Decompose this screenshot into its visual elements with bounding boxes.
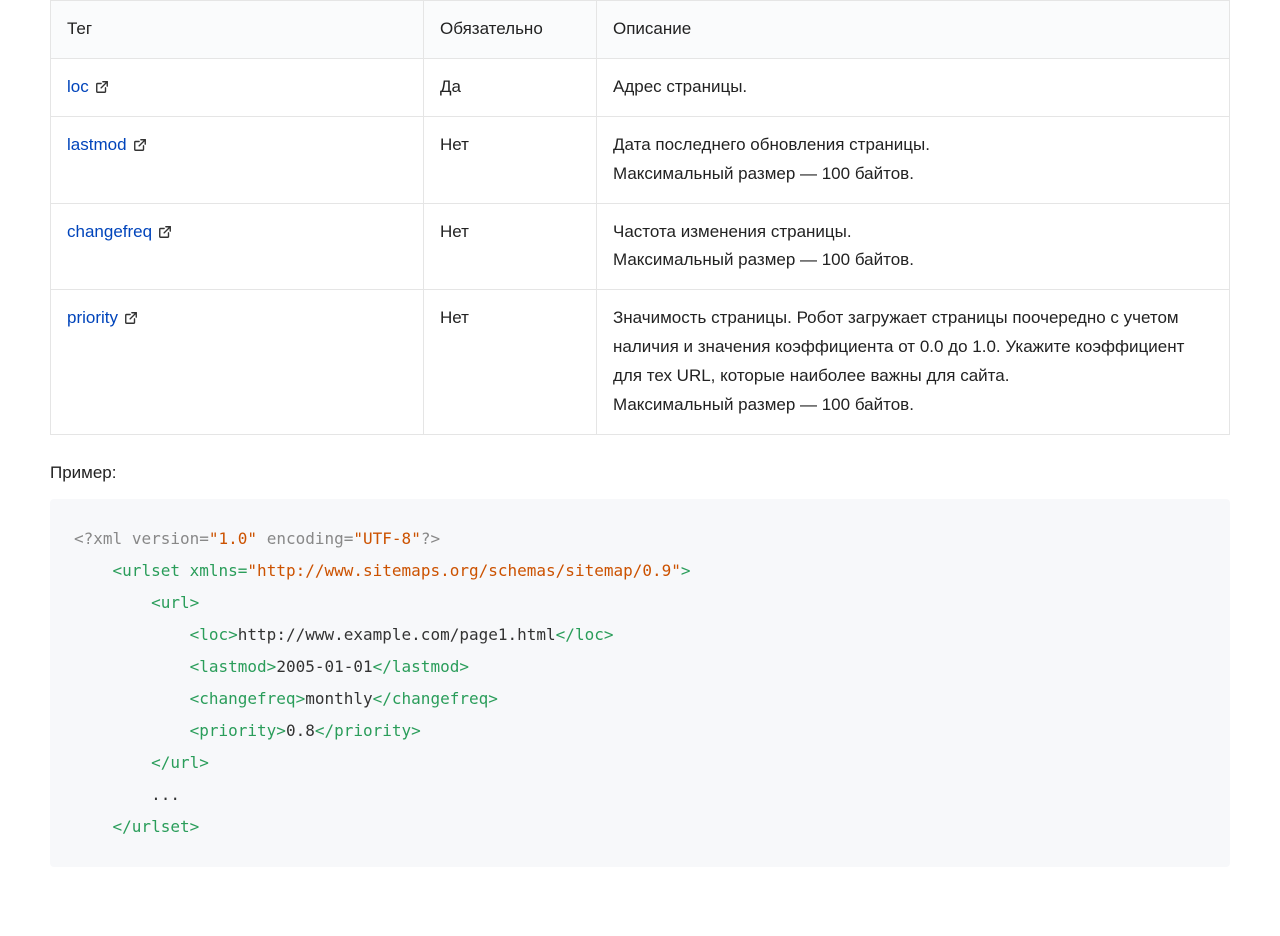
required-cell: Нет xyxy=(424,290,597,435)
required-cell: Нет xyxy=(424,116,597,203)
description-cell: Значимость страницы. Робот загружает стр… xyxy=(597,290,1230,435)
description-cell: Дата последнего обновления страницы.Макс… xyxy=(597,116,1230,203)
col-header-tag: Тег xyxy=(51,1,424,59)
required-cell: Нет xyxy=(424,203,597,290)
tag-link-lastmod[interactable]: lastmod xyxy=(67,135,127,154)
example-heading: Пример: xyxy=(50,463,1230,483)
tag-link-priority[interactable]: priority xyxy=(67,308,118,327)
external-link-icon xyxy=(95,80,109,94)
external-link-icon xyxy=(124,311,138,325)
tag-link-loc[interactable]: loc xyxy=(67,77,89,96)
required-cell: Да xyxy=(424,58,597,116)
col-header-required: Обязательно xyxy=(424,1,597,59)
external-link-icon xyxy=(158,225,172,239)
table-row: changefreq НетЧастота изменения страницы.… xyxy=(51,203,1230,290)
description-cell: Адрес страницы. xyxy=(597,58,1230,116)
xml-example-code: <?xml version="1.0" encoding="UTF-8"?> <… xyxy=(50,499,1230,867)
external-link-icon xyxy=(133,138,147,152)
col-header-desc: Описание xyxy=(597,1,1230,59)
description-cell: Частота изменения страницы.Максимальный … xyxy=(597,203,1230,290)
table-row: loc ДаАдрес страницы. xyxy=(51,58,1230,116)
table-row: lastmod НетДата последнего обновления стр… xyxy=(51,116,1230,203)
table-row: priority НетЗначимость страницы. Робот за… xyxy=(51,290,1230,435)
tag-link-changefreq[interactable]: changefreq xyxy=(67,222,152,241)
sitemap-tags-table: Тег Обязательно Описание loc ДаАдрес стра… xyxy=(50,0,1230,435)
